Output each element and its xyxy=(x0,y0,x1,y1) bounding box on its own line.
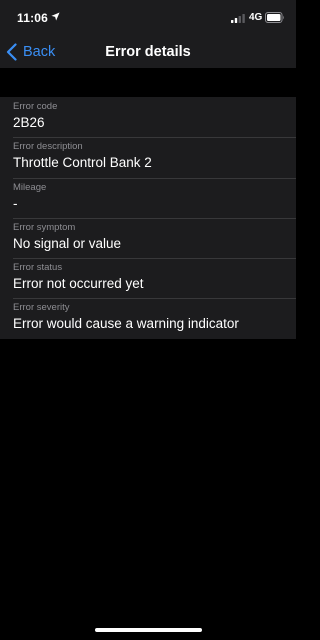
section-spacer xyxy=(0,68,296,96)
detail-row-error-status: Error status Error not occurred yet xyxy=(0,258,296,298)
detail-value: No signal or value xyxy=(13,235,122,251)
status-time: 11:06 xyxy=(17,11,49,25)
page-title: Error details xyxy=(105,44,191,60)
home-indicator[interactable] xyxy=(95,628,202,632)
navigation-bar: Back Error details xyxy=(0,36,296,68)
detail-label: Error severity xyxy=(13,302,70,314)
detail-value: Error would cause a warning indicator xyxy=(13,316,239,332)
detail-row-error-code: Error code 2B26 xyxy=(0,97,296,137)
detail-value: 2B26 xyxy=(13,115,45,130)
detail-label: Error description xyxy=(13,141,83,153)
detail-label: Error status xyxy=(13,262,63,274)
detail-label: Error code xyxy=(13,101,58,112)
network-type: 4G xyxy=(249,12,263,23)
detail-value: Error not occurred yet xyxy=(13,276,144,292)
detail-value: - xyxy=(13,195,18,211)
detail-row-error-severity: Error severity Error would cause a warni… xyxy=(0,298,296,338)
cellular-signal-icon xyxy=(231,14,245,23)
location-arrow-icon xyxy=(51,12,60,21)
detail-label: Error symptom xyxy=(13,221,76,233)
detail-row-error-symptom: Error symptom No signal or value xyxy=(0,217,296,258)
status-bar: 11:06 4G xyxy=(0,0,296,36)
detail-label: Mileage xyxy=(13,181,47,193)
battery-icon xyxy=(265,12,284,23)
detail-row-mileage: Mileage - xyxy=(0,177,296,218)
detail-row-error-description: Error description Throttle Control Bank … xyxy=(0,137,296,177)
error-details-list: Error code 2B26 Error description Thrott… xyxy=(0,97,296,339)
detail-value: Throttle Control Bank 2 xyxy=(13,155,152,171)
